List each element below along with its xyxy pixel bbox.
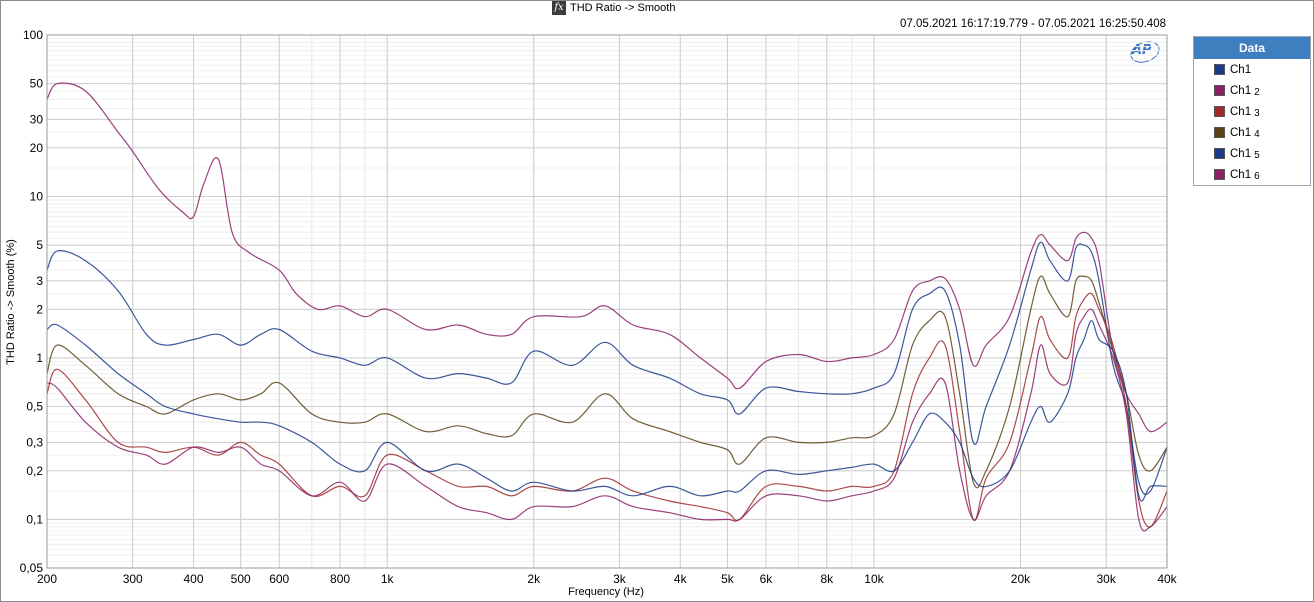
legend-item[interactable]: Ch1: [1194, 59, 1310, 80]
x-tick-label: 20k: [1011, 572, 1031, 586]
legend-label: Ch1: [1230, 147, 1252, 160]
series-line-2: [46, 241, 1168, 496]
legend-channel-number: 3: [1254, 108, 1260, 119]
series-line-6: [46, 320, 1168, 502]
y-tick-label: 0,1: [26, 512, 43, 526]
y-axis-label: THD Ratio -> Smooth (%): [5, 239, 17, 365]
plot-area[interactable]: 200 300 400 500 600 800 1k 2k 3k 4k 5k 6k 8k 10k 20k 30…: [0, 0, 1314, 602]
y-tick-label: 0,2: [26, 464, 43, 478]
legend: Data Ch1 Ch1 2 Ch1 3 Ch1 4 Ch1 5 Ch1 6: [1193, 36, 1311, 186]
x-tick-label: 30k: [1097, 572, 1117, 586]
legend-swatch: [1214, 64, 1225, 75]
legend-channel-number: 5: [1254, 150, 1260, 161]
legend-label: Ch1: [1230, 63, 1252, 76]
y-tick-label: 5: [36, 238, 43, 252]
legend-item[interactable]: Ch1 4: [1194, 122, 1310, 143]
y-tick-label: 1: [36, 351, 43, 365]
y-tick-label: 30: [30, 112, 44, 126]
x-tick-label: 600: [269, 572, 289, 586]
legend-label: Ch1: [1230, 84, 1252, 97]
legend-swatch: [1214, 85, 1225, 96]
grid: [46, 34, 1168, 569]
legend-channel-number: 4: [1254, 129, 1260, 140]
legend-swatch: [1214, 148, 1225, 159]
legend-channel-number: 6: [1254, 171, 1260, 182]
x-tick-label: 1k: [381, 572, 395, 586]
series-line-3: [46, 275, 1168, 489]
legend-channel-number: 2: [1254, 87, 1260, 98]
legend-swatch: [1214, 127, 1225, 138]
legend-label: Ch1: [1230, 105, 1252, 118]
y-tick-label: 10: [30, 189, 44, 203]
legend-item[interactable]: Ch1 3: [1194, 101, 1310, 122]
x-tick-label: 5k: [721, 572, 735, 586]
x-tick-label: 300: [123, 572, 143, 586]
legend-item[interactable]: Ch1 2: [1194, 80, 1310, 101]
y-tick-label: 0,3: [26, 435, 43, 449]
y-tick-label: 3: [36, 274, 43, 288]
plot-border: [46, 34, 1168, 569]
x-tick-label: 10k: [864, 572, 884, 586]
x-tick-label: 8k: [820, 572, 834, 586]
y-tick-label: 100: [23, 28, 43, 42]
y-tick-label: 50: [30, 77, 44, 91]
legend-label: Ch1: [1230, 126, 1252, 139]
y-tick-label: 0,05: [20, 561, 44, 575]
x-tick-label: 2k: [527, 572, 541, 586]
x-axis-label: Frequency (Hz): [568, 586, 644, 598]
legend-swatch: [1214, 169, 1225, 180]
y-tick-label: 2: [36, 302, 43, 316]
legend-swatch: [1214, 106, 1225, 117]
x-tick-label: 3k: [613, 572, 627, 586]
y-tick-label: 20: [30, 141, 44, 155]
x-tick-label: 40k: [1157, 572, 1177, 586]
legend-items: Ch1 Ch1 2 Ch1 3 Ch1 4 Ch1 5 Ch1 6: [1194, 59, 1310, 185]
legend-title: Data: [1194, 37, 1310, 59]
legend-label: Ch1: [1230, 168, 1252, 181]
series-group: [46, 82, 1168, 532]
x-tick-label: 400: [184, 572, 204, 586]
y-tick-label: 0,5: [26, 400, 43, 414]
x-tick-label: 800: [330, 572, 350, 586]
series-line-1: [46, 82, 1168, 433]
legend-item[interactable]: Ch1 5: [1194, 143, 1310, 164]
x-tick-label: 6k: [760, 572, 774, 586]
legend-item[interactable]: Ch1 6: [1194, 164, 1310, 185]
x-tick-label: 4k: [674, 572, 688, 586]
x-tick-label: 500: [231, 572, 251, 586]
series-line-4: [46, 292, 1168, 528]
